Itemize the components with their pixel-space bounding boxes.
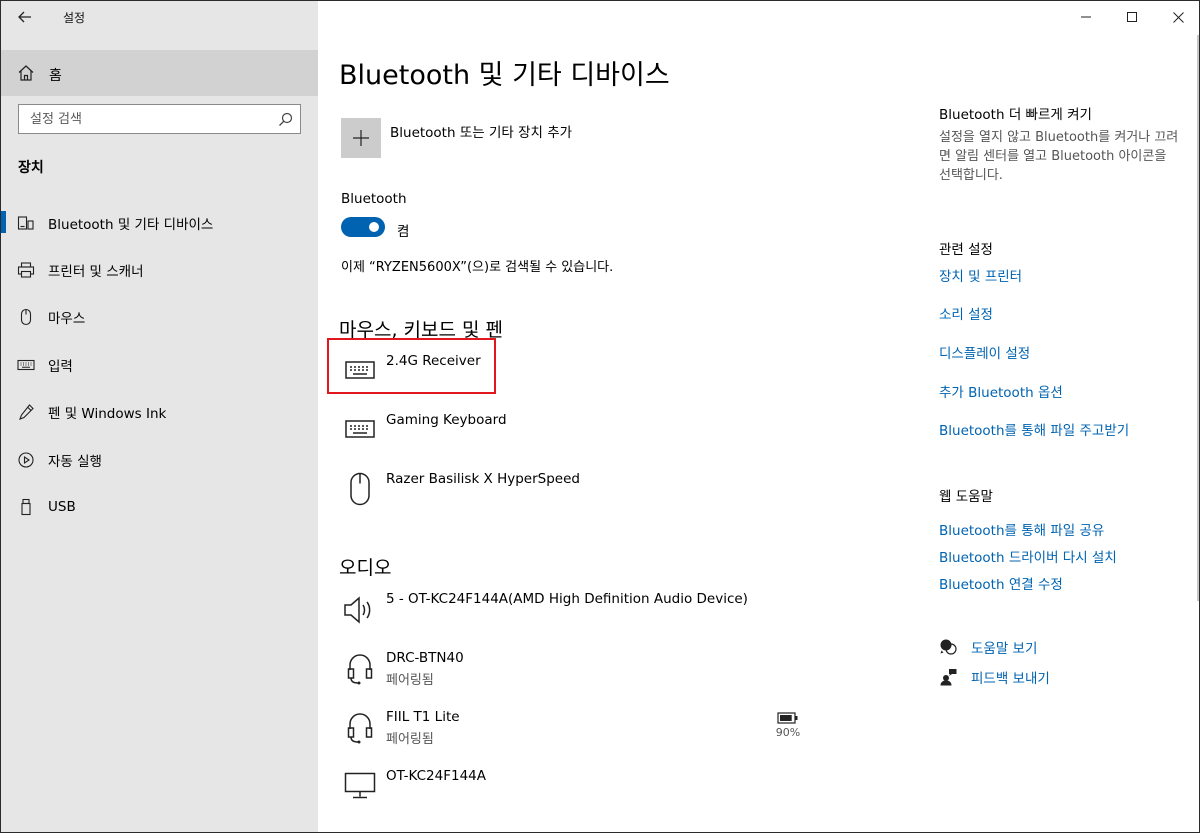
- sidebar-item-printers[interactable]: 프린터 및 스캐너: [1, 246, 318, 293]
- minimize-button[interactable]: [1063, 1, 1109, 33]
- sidebar-section-title: 장치: [18, 160, 44, 176]
- device-item[interactable]: FIIL T1 Lite 페어링됨 90%: [341, 709, 800, 759]
- device-name: DRC-BTN40: [386, 650, 464, 666]
- monitor-icon: [341, 768, 379, 808]
- mouse-icon: [17, 308, 35, 326]
- back-button[interactable]: [11, 5, 39, 29]
- mouse-icon: [341, 471, 379, 511]
- device-item[interactable]: Gaming Keyboard: [341, 412, 771, 462]
- maximize-icon: [1127, 12, 1137, 22]
- search-input[interactable]: [20, 106, 275, 132]
- sidebar-item-autoplay[interactable]: 자동 실행: [1, 436, 318, 483]
- annotation-highlight-box: [327, 338, 496, 394]
- device-item[interactable]: OT-KC24F144A: [341, 768, 771, 818]
- minimize-icon: [1081, 16, 1091, 18]
- device-name: Gaming Keyboard: [386, 412, 507, 428]
- headset-icon: [341, 709, 379, 749]
- sidebar-item-home[interactable]: 홈: [1, 50, 318, 96]
- search-icon[interactable]: [278, 112, 293, 127]
- battery-percent: 90%: [775, 726, 801, 739]
- device-status: 페어링됨: [386, 732, 434, 747]
- link-bluetooth-file-transfer[interactable]: Bluetooth를 통해 파일 주고받기: [939, 419, 1129, 439]
- close-icon: [1172, 11, 1184, 23]
- bluetooth-state-label: 켬: [397, 224, 410, 240]
- headset-icon: [341, 650, 379, 690]
- plus-icon: [353, 130, 369, 146]
- sidebar-nav: Bluetooth 및 기타 디바이스 프린터 및 스캐너 마우스 입력 펜 및…: [1, 199, 318, 531]
- bluetooth-toggle[interactable]: [341, 217, 385, 237]
- device-name: FIIL T1 Lite: [386, 709, 460, 725]
- send-feedback-label: 피드백 보내기: [971, 671, 1050, 687]
- bluetooth-devices-icon: [17, 214, 35, 232]
- sidebar-item-label: 홈: [49, 68, 62, 84]
- feedback-icon: [939, 668, 957, 686]
- settings-window: 설정 홈 장치 Bluetooth 및 기타 디바이스 프린터 및 스캐너: [0, 0, 1200, 833]
- get-help-label: 도움말 보기: [971, 641, 1038, 657]
- sidebar-item-label: 마우스: [48, 311, 86, 328]
- battery-icon: [777, 712, 798, 724]
- app-title: 설정: [63, 11, 86, 25]
- search-box: [18, 104, 301, 134]
- link-share-files[interactable]: Bluetooth를 통해 파일 공유: [939, 519, 1104, 539]
- device-status: 페어링됨: [386, 673, 434, 688]
- printer-icon: [17, 261, 35, 279]
- toggle-knob: [369, 222, 379, 232]
- sidebar-item-label: USB: [48, 499, 76, 516]
- autoplay-icon: [17, 451, 35, 469]
- window-controls: [1063, 1, 1199, 33]
- home-icon: [18, 65, 34, 81]
- keyboard-icon: [17, 356, 35, 374]
- arrow-left-icon: [18, 11, 31, 23]
- link-more-bluetooth-options[interactable]: 추가 Bluetooth 옵션: [939, 381, 1063, 401]
- sidebar-item-label: 자동 실행: [48, 453, 102, 470]
- add-device-label: Bluetooth 또는 기타 장치 추가: [390, 125, 573, 141]
- close-button[interactable]: [1155, 1, 1199, 33]
- sidebar-item-label: 프린터 및 스캐너: [48, 264, 144, 281]
- group-heading-audio: 오디오: [339, 557, 392, 579]
- sidebar-item-usb[interactable]: USB: [1, 483, 318, 530]
- device-name: Razer Basilisk X HyperSpeed: [386, 471, 580, 487]
- add-tile: [341, 118, 381, 158]
- get-help-link[interactable]: 도움말 보기: [939, 636, 1037, 658]
- link-sound-settings[interactable]: 소리 설정: [939, 303, 993, 323]
- sidebar-item-label: Bluetooth 및 기타 디바이스: [48, 216, 214, 233]
- related-settings-title: 관련 설정: [939, 242, 993, 258]
- web-help-title: 웹 도움말: [939, 489, 993, 505]
- page-title: Bluetooth 및 기타 디바이스: [339, 60, 670, 91]
- pen-icon: [17, 403, 35, 421]
- bluetooth-label: Bluetooth: [341, 191, 407, 207]
- device-item[interactable]: Razer Basilisk X HyperSpeed: [341, 471, 771, 521]
- sidebar-item-pen[interactable]: 펜 및 Windows Ink: [1, 389, 318, 436]
- device-item[interactable]: DRC-BTN40 페어링됨: [341, 650, 771, 700]
- link-fix-connection[interactable]: Bluetooth 연결 수정: [939, 573, 1063, 593]
- maximize-button[interactable]: [1109, 1, 1155, 33]
- link-display-settings[interactable]: 디스플레이 설정: [939, 342, 1030, 362]
- device-item[interactable]: 5 - OT-KC24F144A(AMD High Definition Aud…: [341, 591, 771, 641]
- device-name: OT-KC24F144A: [386, 768, 486, 784]
- sidebar: 설정 홈 장치 Bluetooth 및 기타 디바이스 프린터 및 스캐너: [1, 1, 318, 832]
- keyboard-icon: [341, 412, 379, 452]
- device-name: 5 - OT-KC24F144A(AMD High Definition Aud…: [386, 591, 748, 607]
- sidebar-item-typing[interactable]: 입력: [1, 341, 318, 388]
- help-chat-icon: [939, 638, 957, 656]
- sidebar-item-label: 펜 및 Windows Ink: [48, 406, 167, 423]
- sidebar-item-mouse[interactable]: 마우스: [1, 294, 318, 341]
- speaker-icon: [341, 591, 379, 631]
- usb-icon: [17, 498, 35, 516]
- quick-bluetooth-text: 설정을 열지 않고 Bluetooth를 켜거나 끄려면 알림 센터를 열고 B…: [939, 130, 1179, 183]
- main-content: Bluetooth 및 기타 디바이스 Bluetooth 또는 기타 장치 추…: [318, 1, 1199, 832]
- sidebar-item-bluetooth[interactable]: Bluetooth 및 기타 디바이스: [1, 199, 318, 246]
- quick-bluetooth-title: Bluetooth 더 빠르게 켜기: [939, 107, 1092, 123]
- link-reinstall-driver[interactable]: Bluetooth 드라이버 다시 설치: [939, 546, 1117, 566]
- discoverable-text: 이제 “RYZEN5600X”(으)로 검색될 수 있습니다.: [341, 260, 614, 275]
- send-feedback-link[interactable]: 피드백 보내기: [939, 666, 1050, 688]
- link-devices-printers[interactable]: 장치 및 프린터: [939, 265, 1022, 285]
- battery-indicator: 90%: [771, 709, 805, 739]
- sidebar-item-label: 입력: [48, 358, 73, 375]
- add-device-button[interactable]: Bluetooth 또는 기타 장치 추가: [341, 118, 572, 158]
